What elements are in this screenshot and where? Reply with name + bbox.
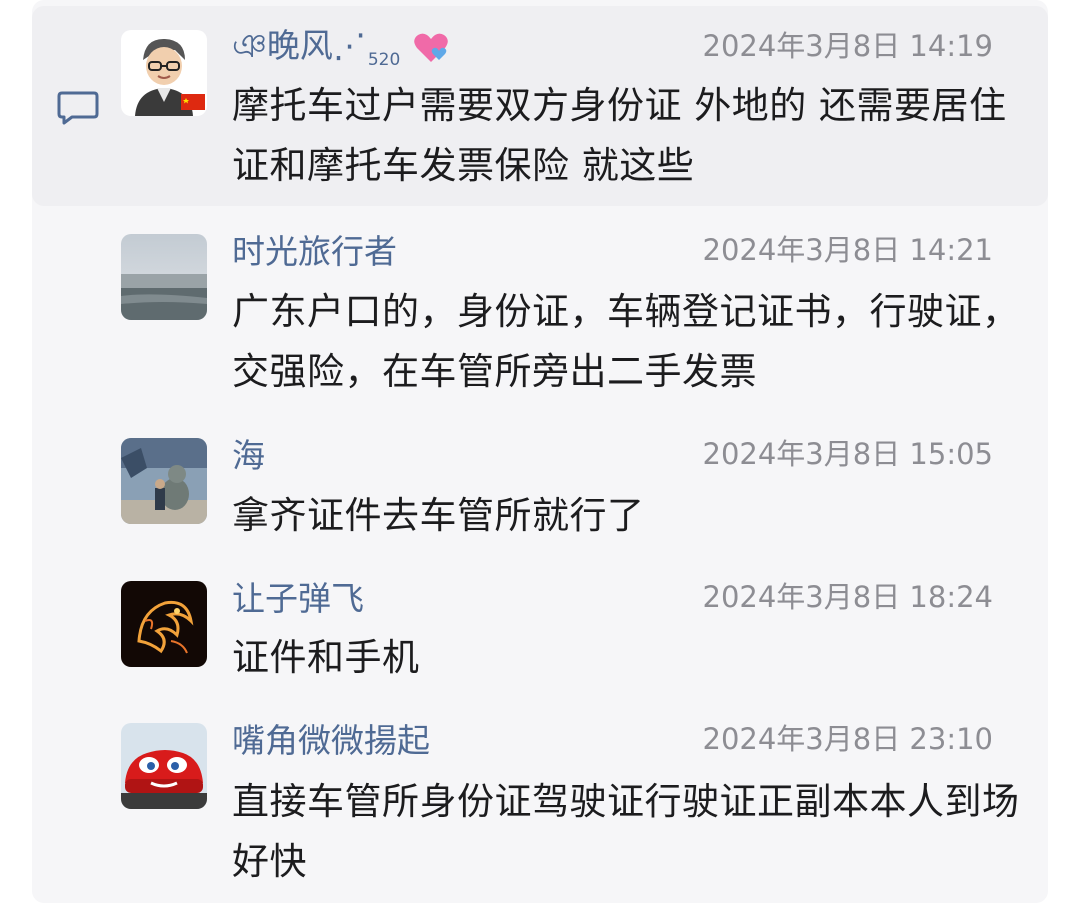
timestamp: 2024年3月8日 15:05 [702,437,994,471]
fire-dragon-avatar-icon [121,581,207,667]
timestamp: 2024年3月8日 14:21 [702,233,994,267]
avatar[interactable] [121,30,207,116]
avatar[interactable] [121,723,207,809]
reply-icon[interactable] [56,90,100,126]
timestamp: 2024年3月8日 14:19 [702,29,994,63]
username[interactable]: 让子弹飞 [232,579,364,619]
avatar[interactable] [121,581,207,667]
username[interactable]: 嘴角微微揚起 [232,721,430,761]
cartoon-man-avatar-icon [121,30,207,116]
avatar[interactable] [121,438,207,524]
dog-statue-avatar-icon [121,438,207,524]
username-text: ঞ晚风⋰ [232,26,366,65]
seaside-photo-avatar-icon [121,234,207,320]
username[interactable]: 海 [232,436,265,476]
timestamp: 2024年3月8日 18:24 [702,580,994,614]
comment-text: 广东户口的，身份证，车辆登记证书，行驶证，交强险，在车管所旁出二手发票 [232,290,1020,393]
comment-text: 直接车管所身份证驾驶证行驶证正副本本人到场好快 [232,780,1020,883]
red-race-car-avatar-icon [121,723,207,809]
timestamp: 2024年3月8日 23:10 [702,722,994,756]
hearts-icon [414,33,448,62]
username[interactable]: 时光旅行者 [232,232,397,272]
comment-text: 拿齐证件去车管所就行了 [232,494,645,537]
comment-text: 证件和手机 [232,636,420,679]
username[interactable]: ঞ晚风⋰ 520 [232,26,451,80]
avatar[interactable] [121,234,207,320]
username-badge: 520 [367,50,401,70]
comment-text: 摩托车过户需要双方身份证 外地的 还需要居住证和摩托车发票保险 就这些 [232,84,1007,187]
